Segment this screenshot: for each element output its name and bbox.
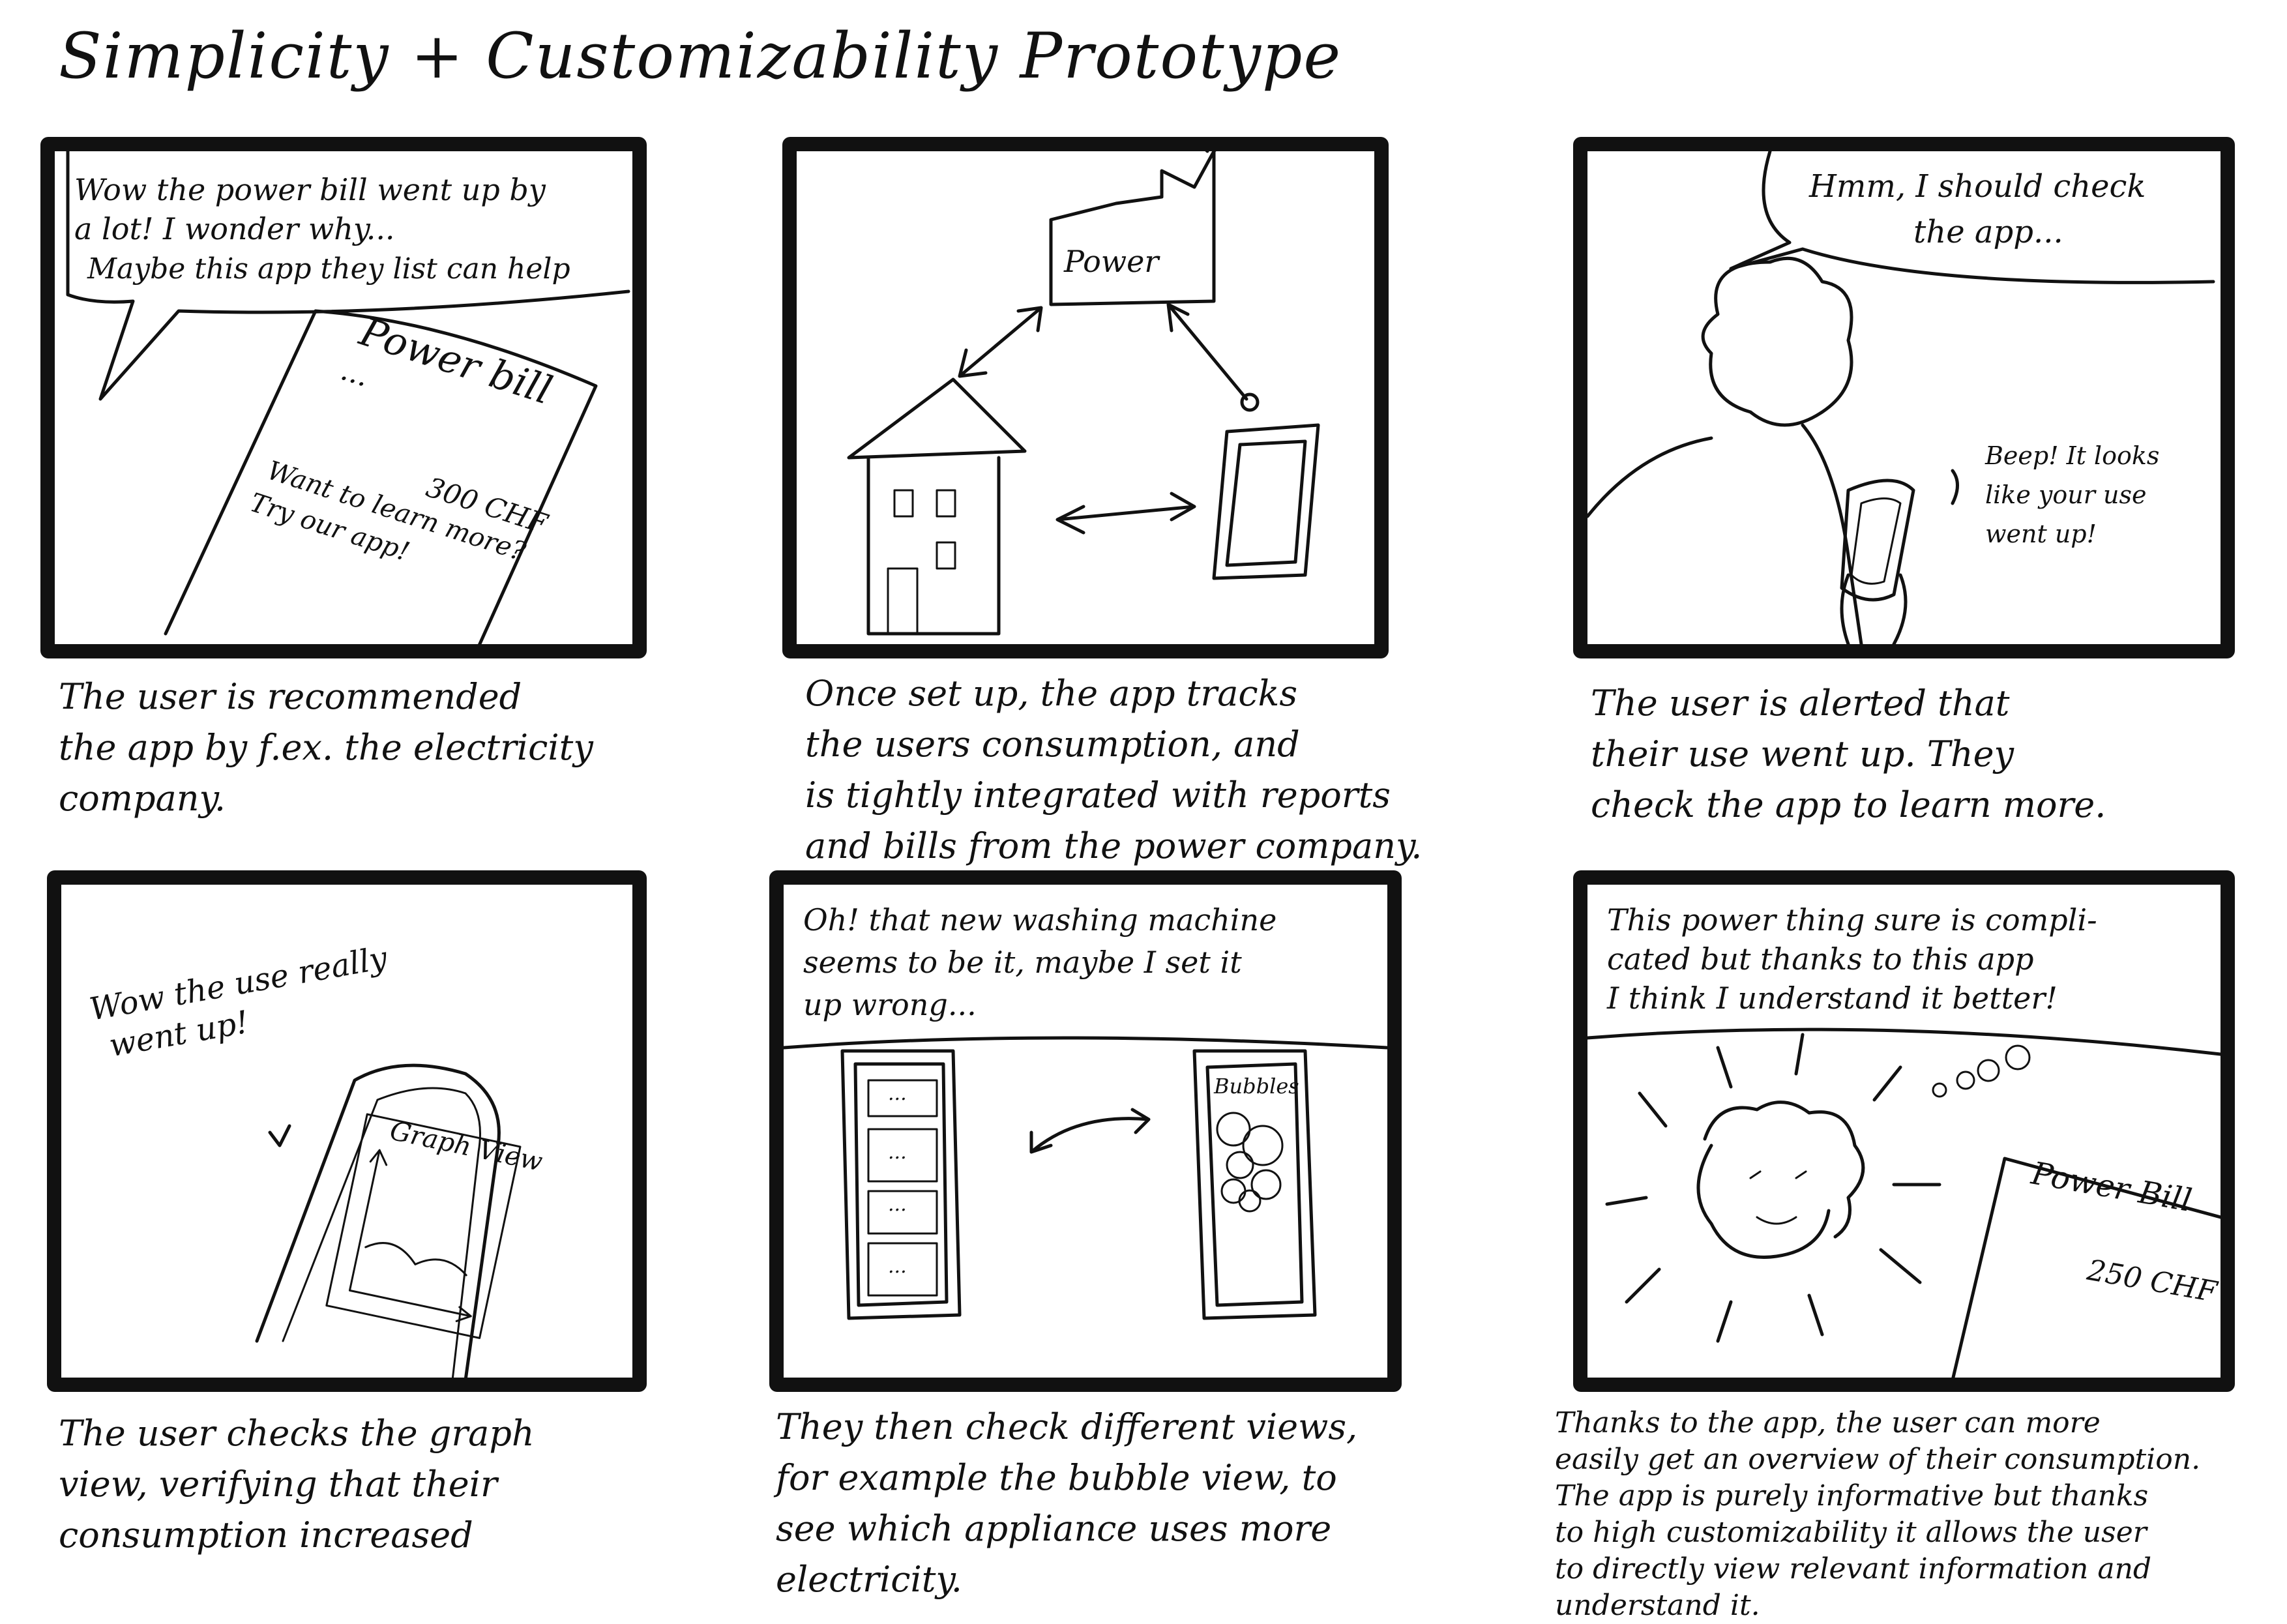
caption-line: The user is alerted that bbox=[1591, 683, 2010, 724]
caption-line: is tightly integrated with reports bbox=[805, 775, 1391, 816]
caption-line: to directly view relevant information an… bbox=[1555, 1552, 2152, 1622]
list-view-phone: ... ... ... ... bbox=[840, 1049, 962, 1320]
bill-dots: ... bbox=[337, 353, 374, 393]
caption-line: They then check different views, bbox=[776, 1406, 1358, 1447]
panel-3-caption: The user is alerted that their use went … bbox=[1591, 678, 2275, 831]
factory-label: Power bbox=[1063, 244, 1160, 279]
speech-line: Oh! that new washing machine bbox=[803, 902, 1276, 937]
caption-line: and bills from the power company. bbox=[805, 825, 1423, 866]
panel-5-drawing: Oh! that new washing machine seems to be… bbox=[784, 902, 1387, 1320]
speech-line: the app... bbox=[1913, 214, 2063, 250]
person-shoulders bbox=[1587, 423, 1863, 644]
phone-alert-line: went up! bbox=[1985, 520, 2097, 548]
house-factory-arrow bbox=[958, 306, 1043, 378]
thought-bubble bbox=[2005, 1044, 2031, 1070]
happy-person bbox=[1696, 1100, 1865, 1259]
speech-bubble bbox=[784, 1036, 1387, 1050]
panel-6-drawing: This power thing sure is compli- cated b… bbox=[1587, 902, 2221, 1378]
caption-line: consumption increased bbox=[59, 1514, 473, 1556]
speech-line: Hmm, I should check bbox=[1808, 168, 2146, 205]
speech-line: a lot! I wonder why... bbox=[74, 211, 395, 246]
house-phone-arrow bbox=[1055, 492, 1196, 535]
bubbles-view-phone: Bubbles bbox=[1192, 1049, 1317, 1320]
caption-line: easily get an overview of their consumpt… bbox=[1555, 1443, 2201, 1476]
phone bbox=[1212, 423, 1320, 580]
caption-line: the users consumption, and bbox=[805, 724, 1300, 765]
caption-line: The app is purely informative but thanks bbox=[1555, 1479, 2149, 1513]
panel-1: Wow the power bill went up by a lot! I w… bbox=[40, 137, 647, 658]
phone-alert-line: like your use bbox=[1985, 480, 2146, 509]
caption-line: check the app to learn more. bbox=[1591, 784, 2106, 825]
screen-title: Graph View bbox=[387, 1115, 545, 1177]
screen-title: Bubbles bbox=[1213, 1074, 1299, 1099]
caption-line: Once set up, the app tracks bbox=[805, 673, 1298, 714]
caption-line: their use went up. They bbox=[1591, 733, 2014, 775]
panel-6-caption: Thanks to the app, the user can more eas… bbox=[1555, 1405, 2279, 1624]
caption-line: The user is recommended bbox=[59, 676, 522, 717]
panel-2-drawing: Power bbox=[847, 151, 1320, 636]
pointer-mark bbox=[268, 1124, 291, 1147]
panel-2: Power bbox=[782, 137, 1389, 658]
panel-5-caption: They then check different views, for exa… bbox=[776, 1402, 1467, 1605]
caption-line: to high customizability it allows the us… bbox=[1555, 1516, 2147, 1549]
panel-2-caption: Once set up, the app tracks the users co… bbox=[805, 668, 1490, 872]
panel-3-drawing: Hmm, I should check the app... Beep! It … bbox=[1587, 151, 2215, 644]
speech-line: Wow the power bill went up by bbox=[74, 172, 546, 207]
thought-bubble bbox=[1977, 1059, 2000, 1082]
panel-4-caption: The user checks the graph view, verifyin… bbox=[59, 1408, 658, 1561]
caption-line: the app by f.ex. the electricity bbox=[59, 727, 593, 768]
speech-line: I think I understand it better! bbox=[1606, 981, 2058, 1016]
panel-5: Oh! that new washing machine seems to be… bbox=[769, 870, 1402, 1392]
list-item-dots: ... bbox=[888, 1255, 907, 1278]
phone-outer bbox=[255, 1063, 501, 1378]
list-item-dots: ... bbox=[888, 1141, 907, 1164]
thought-bubble bbox=[1932, 1082, 1947, 1098]
graph-line bbox=[364, 1242, 467, 1277]
caption-line: see which appliance uses more bbox=[776, 1508, 1332, 1549]
speech-line: Maybe this app they list can help bbox=[87, 252, 570, 286]
caption-line: company. bbox=[59, 778, 226, 819]
panel-4: Wow the use really went up! Graph View bbox=[47, 870, 647, 1392]
joy-rays bbox=[1605, 1033, 1941, 1343]
caption-line: Thanks to the app, the user can more bbox=[1555, 1406, 2101, 1439]
bill-paper bbox=[164, 309, 598, 644]
speech-bubble bbox=[1587, 1027, 2221, 1056]
bill-amount: 250 CHF bbox=[2084, 1254, 2221, 1309]
speech-line: This power thing sure is compli- bbox=[1607, 902, 2097, 937]
speech-line: seems to be it, maybe I set it bbox=[803, 945, 1242, 980]
bill-title: Power Bill bbox=[2028, 1155, 2194, 1219]
person-head bbox=[1701, 256, 1853, 427]
panel-1-caption: The user is recommended the app by f.ex.… bbox=[59, 672, 645, 824]
factory-phone-arrow bbox=[1166, 303, 1248, 401]
thought-bubble bbox=[1956, 1070, 1975, 1090]
speech-line: up wrong... bbox=[803, 987, 977, 1022]
swap-arrow bbox=[1029, 1108, 1151, 1154]
panel-4-drawing: Wow the use really went up! Graph View bbox=[87, 939, 545, 1378]
alert-pointer bbox=[1951, 469, 1959, 505]
speech-line: cated but thanks to this app bbox=[1607, 941, 2034, 977]
list-item-dots: ... bbox=[888, 1082, 907, 1105]
panel-3: Hmm, I should check the app... Beep! It … bbox=[1573, 137, 2235, 658]
bill-title: Power bill bbox=[354, 309, 557, 414]
caption-line: for example the bubble view, to bbox=[776, 1457, 1337, 1498]
caption-line: electricity. bbox=[776, 1559, 962, 1600]
caption-line: The user checks the graph bbox=[59, 1413, 535, 1454]
panel-6: This power thing sure is compli- cated b… bbox=[1573, 870, 2235, 1392]
panel-1-drawing: Wow the power bill went up by a lot! I w… bbox=[66, 151, 630, 644]
list-item-dots: ... bbox=[888, 1193, 907, 1216]
phone-alert-line: Beep! It looks bbox=[1985, 441, 2159, 470]
storyboard-title: Simplicity + Customizability Prototype bbox=[59, 20, 1342, 93]
factory bbox=[1049, 151, 1216, 306]
caption-line: view, verifying that their bbox=[59, 1464, 497, 1505]
